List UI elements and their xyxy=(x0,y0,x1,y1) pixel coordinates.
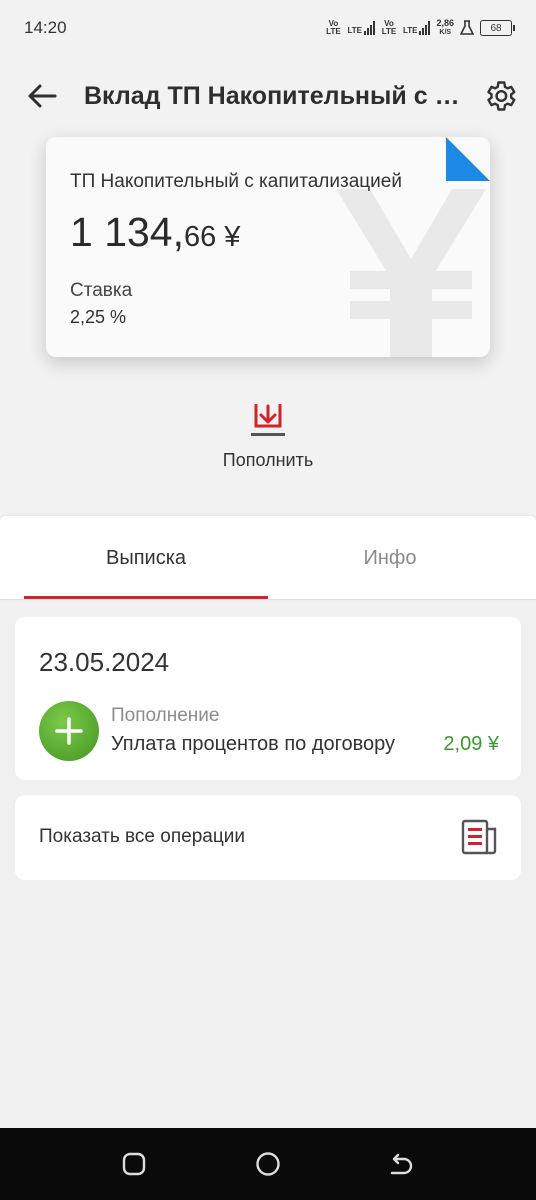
battery-level: 68 xyxy=(490,22,502,34)
system-nav-bar xyxy=(0,1128,536,1200)
signal-bars-icon-2 xyxy=(419,21,431,35)
volte-label: Vo LTE xyxy=(326,19,341,36)
operation-description: Уплата процентов по договору xyxy=(111,733,396,755)
home-button[interactable] xyxy=(252,1150,284,1178)
show-all-operations-label: Показать все операции xyxy=(39,826,245,847)
circle-icon xyxy=(256,1152,280,1176)
recent-apps-button[interactable] xyxy=(118,1150,150,1178)
lte-signal-icon: LTE xyxy=(347,21,375,35)
lte-label: LTE xyxy=(347,26,362,35)
details-sheet: Выписка Инфо 23.05.2024 Пополнение Уплат… xyxy=(0,516,536,1128)
statement-document-icon xyxy=(461,819,497,855)
show-all-operations-button[interactable]: Показать все операции xyxy=(15,795,521,880)
app-header: Вклад ТП Накопительный с капитализацией xyxy=(0,70,536,122)
back-button[interactable] xyxy=(24,80,60,112)
volte-signal-icon: Vo LTE xyxy=(325,20,341,36)
operation-type: Пополнение xyxy=(111,705,220,726)
speed-value: 2,86 xyxy=(436,18,454,28)
status-time: 14:20 xyxy=(24,18,67,37)
card-corner-flag-icon xyxy=(446,137,490,181)
card-corner-fill xyxy=(446,137,490,181)
topup-icon xyxy=(251,404,285,436)
system-back-button[interactable] xyxy=(384,1150,416,1178)
signal-bars-icon xyxy=(363,21,375,35)
rate-value: 2,25 % xyxy=(70,307,127,327)
balance-integer: 1 134, xyxy=(70,209,184,255)
rate-label: Ставка xyxy=(70,280,133,301)
battery-icon: 68 xyxy=(480,20,515,36)
page-title: Вклад ТП Накопительный с капитализацией xyxy=(84,82,468,110)
topup-button[interactable]: Пополнить xyxy=(208,400,328,480)
tab-info[interactable]: Инфо xyxy=(268,516,512,600)
volte-signal-icon-2: Vo LTE xyxy=(381,20,397,36)
settings-button[interactable] xyxy=(480,76,520,116)
return-arrow-icon xyxy=(390,1153,413,1175)
lte-signal-icon-2: LTE xyxy=(403,21,431,35)
square-icon xyxy=(122,1152,146,1176)
plus-circle-icon xyxy=(39,701,99,761)
lte-label-2: LTE xyxy=(402,26,418,35)
card-deposit-name: ТП Накопительный с капитализацией xyxy=(70,171,402,192)
deposit-card[interactable]: ТП Накопительный с капитализацией 1 134,… xyxy=(46,137,490,357)
topup-label: Пополнить xyxy=(222,450,314,470)
gear-icon xyxy=(487,81,516,111)
status-icons: Vo LTE LTE Vo LTE LTE 2,86 K/S 68 xyxy=(325,19,515,37)
tab-statement[interactable]: Выписка xyxy=(24,516,268,600)
yen-watermark-icon xyxy=(336,189,486,357)
arrow-left-icon xyxy=(28,84,57,108)
operation-amount: 2,09 ¥ xyxy=(443,733,499,755)
balance-currency: ¥ xyxy=(224,221,241,253)
active-tab-indicator xyxy=(24,596,268,599)
card-balance: 1 134, 66 ¥ xyxy=(70,209,240,256)
operations-date: 23.05.2024 xyxy=(39,647,170,677)
operations-card: 23.05.2024 Пополнение Уплата процентов п… xyxy=(15,617,521,780)
network-speed: 2,86 K/S xyxy=(436,19,454,37)
volte-label-2: Vo LTE xyxy=(381,19,397,36)
operation-row[interactable]: Пополнение Уплата процентов по договору … xyxy=(39,701,499,761)
balance-fraction: 66 xyxy=(184,221,217,253)
status-bar: 14:20 Vo LTE LTE Vo LTE LTE 2,86 K/S 68 xyxy=(0,0,536,56)
flask-icon xyxy=(460,20,474,35)
tab-bar: Выписка Инфо xyxy=(0,516,536,600)
speed-unit: K/S xyxy=(439,29,452,36)
